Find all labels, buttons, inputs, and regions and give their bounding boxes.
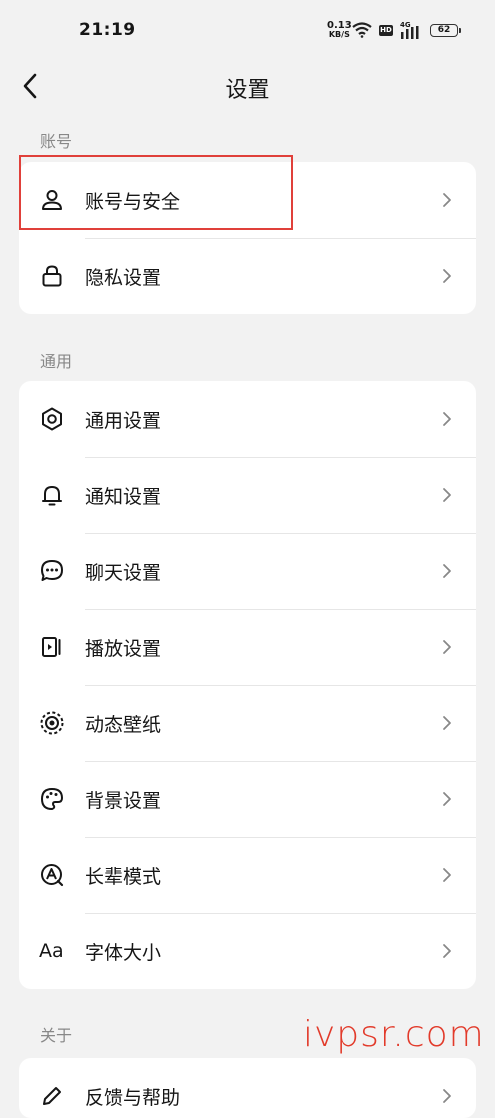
settings-item-label: 播放设置 — [85, 637, 162, 660]
bell-icon — [39, 482, 65, 508]
play-icon — [39, 634, 65, 660]
settings-item-label: 字体大小 — [85, 941, 162, 964]
chevron-right-icon — [443, 868, 451, 882]
palette-icon — [39, 786, 65, 812]
font-size-icon: Aa — [39, 940, 64, 962]
settings-item-label: 聊天设置 — [85, 561, 162, 584]
settings-item-label: 背景设置 — [85, 789, 162, 812]
hd-badge: HD — [379, 25, 393, 36]
watermark: ivpsr.com — [303, 1014, 485, 1055]
settings-item-label: 动态壁纸 — [85, 713, 162, 736]
status-time: 21:19 — [79, 20, 136, 40]
elder-mode-icon — [39, 862, 65, 888]
settings-item-elder-mode[interactable]: 长辈模式 — [19, 837, 476, 913]
section-label-general: 通用 — [40, 352, 73, 371]
settings-item-background[interactable]: 背景设置 — [19, 761, 476, 837]
general-card: 通用设置 通知设置 聊天设置 播放设置 动态壁纸 背景设置 长辈模式 Aa 字体… — [19, 381, 476, 989]
settings-item-general[interactable]: 通用设置 — [19, 381, 476, 457]
settings-item-label: 反馈与帮助 — [85, 1086, 181, 1109]
section-label-account: 账号 — [40, 132, 73, 151]
network-speed: 0.13 KB/S — [327, 21, 352, 39]
section-label-about: 关于 — [40, 1026, 73, 1045]
chevron-right-icon — [443, 1089, 451, 1103]
settings-item-live-wallpaper[interactable]: 动态壁纸 — [19, 685, 476, 761]
network-speed-unit: KB/S — [328, 30, 350, 39]
about-card: 反馈与帮助 — [19, 1058, 476, 1118]
live-wallpaper-icon — [39, 710, 65, 736]
settings-item-label: 通知设置 — [85, 485, 162, 508]
chat-bubble-icon — [39, 558, 65, 584]
page-title: 设置 — [225, 78, 270, 103]
chevron-right-icon — [443, 944, 451, 958]
chevron-right-icon — [443, 193, 451, 207]
wifi-icon — [352, 22, 372, 38]
chevron-right-icon — [443, 269, 451, 283]
status-bar: 21:19 0.13 KB/S HD 4G 62 — [0, 0, 495, 62]
settings-item-label: 长辈模式 — [85, 865, 162, 888]
battery-icon: 62 — [430, 24, 461, 37]
signal-icon — [401, 26, 419, 39]
chevron-right-icon — [443, 412, 451, 426]
settings-item-privacy[interactable]: 隐私设置 — [19, 238, 476, 314]
settings-item-label: 通用设置 — [85, 409, 162, 432]
chevron-right-icon — [443, 564, 451, 578]
settings-item-playback[interactable]: 播放设置 — [19, 609, 476, 685]
chevron-right-icon — [443, 488, 451, 502]
settings-item-chat[interactable]: 聊天设置 — [19, 533, 476, 609]
settings-item-notification[interactable]: 通知设置 — [19, 457, 476, 533]
highlight-box — [19, 155, 293, 230]
chevron-right-icon — [443, 792, 451, 806]
chevron-right-icon — [443, 716, 451, 730]
pencil-icon — [39, 1083, 65, 1109]
settings-item-feedback[interactable]: 反馈与帮助 — [19, 1058, 476, 1118]
header: 设置 — [0, 62, 495, 110]
settings-item-font-size[interactable]: Aa 字体大小 — [19, 913, 476, 989]
gear-icon — [39, 406, 65, 432]
lock-icon — [39, 263, 65, 289]
chevron-right-icon — [443, 640, 451, 654]
settings-item-label: 隐私设置 — [85, 266, 162, 289]
